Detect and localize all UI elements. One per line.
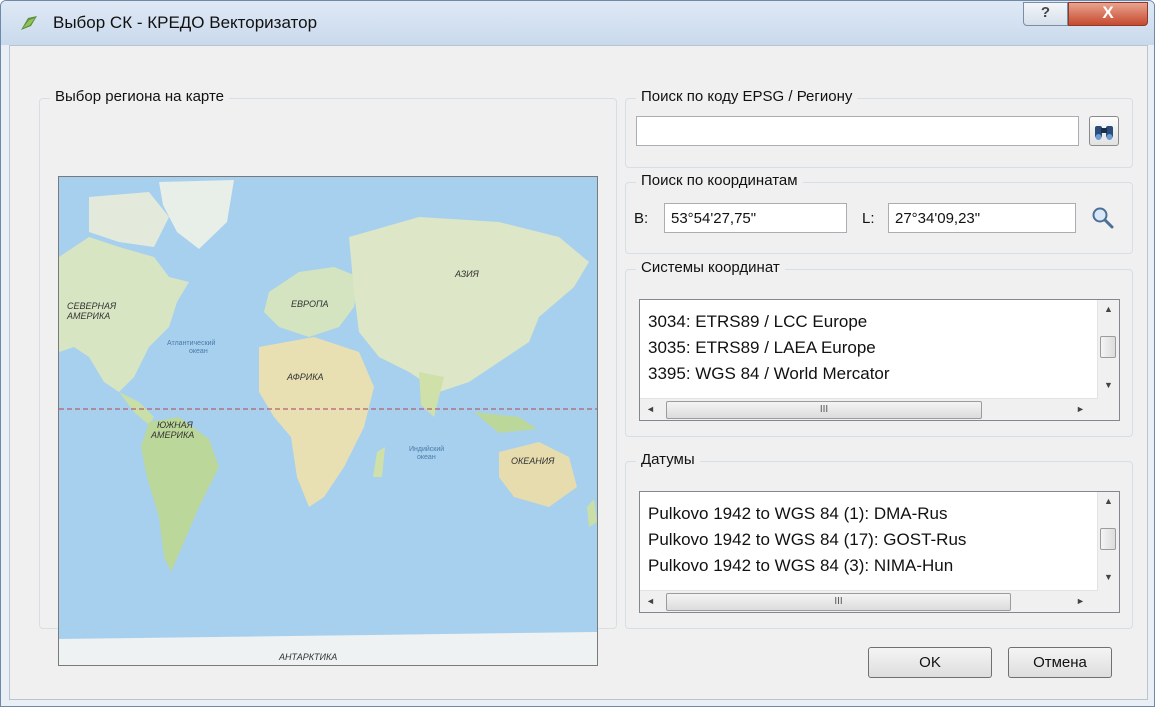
map-label-antarctica: АНТАРКТИКА xyxy=(278,652,337,662)
map-label-europe: ЕВРОПА xyxy=(291,299,329,309)
vertical-scrollbar[interactable]: ▲ ▼ xyxy=(1097,300,1119,398)
vertical-scroll-thumb[interactable] xyxy=(1100,336,1116,358)
scroll-down-icon[interactable]: ▼ xyxy=(1098,572,1119,582)
b-label: B: xyxy=(634,210,649,227)
list-item[interactable]: 3395: WGS 84 / World Mercator xyxy=(648,364,890,384)
l-label: L: xyxy=(862,210,875,227)
epsg-search-button[interactable] xyxy=(1089,116,1119,146)
title-bar[interactable]: Выбор СК - КРЕДО Векторизатор ? X xyxy=(1,1,1154,45)
map-label-south-america-2: АМЕРИКА xyxy=(150,430,194,440)
map-label-indian-2: океан xyxy=(417,454,436,461)
vertical-scroll-thumb[interactable] xyxy=(1100,528,1116,550)
scroll-right-icon[interactable]: ► xyxy=(1070,596,1091,606)
magnifier-icon[interactable] xyxy=(1090,205,1116,231)
scroll-right-icon[interactable]: ► xyxy=(1070,404,1091,414)
world-map[interactable]: СЕВЕРНАЯ АМЕРИКА ЕВРОПА АЗИЯ Атлантическ… xyxy=(58,176,598,666)
map-label-atlantic: Атлантический xyxy=(167,339,216,347)
map-label-oceania: ОКЕАНИЯ xyxy=(511,456,555,466)
cancel-button[interactable]: Отмена xyxy=(1008,647,1112,678)
epsg-search-title: Поиск по коду EPSG / Региону xyxy=(636,88,858,105)
horizontal-scroll-thumb[interactable]: III xyxy=(666,401,982,419)
app-icon xyxy=(21,16,37,30)
epsg-search-group: Поиск по коду EPSG / Региону xyxy=(625,88,1133,168)
map-region-title: Выбор региона на карте xyxy=(50,88,229,105)
map-label-asia: АЗИЯ xyxy=(454,269,480,279)
scroll-left-icon[interactable]: ◄ xyxy=(640,596,661,606)
map-label-north-america: СЕВЕРНАЯ xyxy=(67,301,117,311)
scroll-up-icon[interactable]: ▲ xyxy=(1098,496,1119,506)
coord-search-group: Поиск по координатам B: 53°54'27,75" L: … xyxy=(625,172,1133,254)
list-item[interactable]: Pulkovo 1942 to WGS 84 (17): GOST-Rus xyxy=(648,530,966,550)
horizontal-scrollbar[interactable]: ◄ III ► xyxy=(640,398,1099,420)
list-item[interactable]: 3035: ETRS89 / LAEA Europe xyxy=(648,338,876,358)
map-label-indian: Индийский xyxy=(409,445,444,453)
ok-button[interactable]: OK xyxy=(868,647,992,678)
scroll-corner xyxy=(1098,590,1119,612)
scroll-left-icon[interactable]: ◄ xyxy=(640,404,661,414)
b-coordinate-input[interactable]: 53°54'27,75" xyxy=(664,203,847,233)
list-item[interactable]: 3034: ETRS89 / LCC Europe xyxy=(648,312,867,332)
map-label-africa: АФРИКА xyxy=(286,372,324,382)
map-label-south-america: ЮЖНАЯ xyxy=(157,420,194,430)
close-button[interactable]: X xyxy=(1068,2,1148,26)
dialog-window: Выбор СК - КРЕДО Векторизатор ? X Выбор … xyxy=(0,0,1155,707)
coordinate-systems-title: Системы координат xyxy=(636,259,785,276)
scroll-down-icon[interactable]: ▼ xyxy=(1098,380,1119,390)
coordinate-systems-group: Системы координат 3034: ETRS89 / LCC Eur… xyxy=(625,259,1133,437)
datums-list[interactable]: Pulkovo 1942 to WGS 84 (1): DMA-Rus Pulk… xyxy=(639,491,1120,613)
datums-title: Датумы xyxy=(636,451,700,468)
help-icon: ? xyxy=(1040,4,1051,21)
map-label-atlantic-2: океан xyxy=(189,348,208,355)
list-item[interactable]: Pulkovo 1942 to WGS 84 (1): DMA-Rus xyxy=(648,504,948,524)
map-region-group: Выбор региона на карте СЕВЕРНАЯ АМЕРИКА … xyxy=(39,88,617,666)
binoculars-icon xyxy=(1095,126,1113,140)
list-item[interactable]: Pulkovo 1942 to WGS 84 (3): NIMA-Hun xyxy=(648,556,953,576)
map-label-north-america-2: АМЕРИКА xyxy=(66,311,110,321)
datums-group: Датумы Pulkovo 1942 to WGS 84 (1): DMA-R… xyxy=(625,451,1133,629)
window-title: Выбор СК - КРЕДО Векторизатор xyxy=(53,13,318,32)
close-icon: X xyxy=(1102,3,1114,22)
l-coordinate-input[interactable]: 27°34'09,23" xyxy=(888,203,1076,233)
scroll-corner xyxy=(1098,398,1119,420)
epsg-search-input[interactable] xyxy=(636,116,1079,146)
coordinate-systems-list[interactable]: 3034: ETRS89 / LCC Europe 3035: ETRS89 /… xyxy=(639,299,1120,421)
horizontal-scroll-thumb[interactable]: III xyxy=(666,593,1011,611)
scroll-up-icon[interactable]: ▲ xyxy=(1098,304,1119,314)
horizontal-scrollbar[interactable]: ◄ III ► xyxy=(640,590,1099,612)
help-button[interactable]: ? xyxy=(1023,2,1068,26)
coord-search-title: Поиск по координатам xyxy=(636,172,803,189)
vertical-scrollbar[interactable]: ▲ ▼ xyxy=(1097,492,1119,590)
